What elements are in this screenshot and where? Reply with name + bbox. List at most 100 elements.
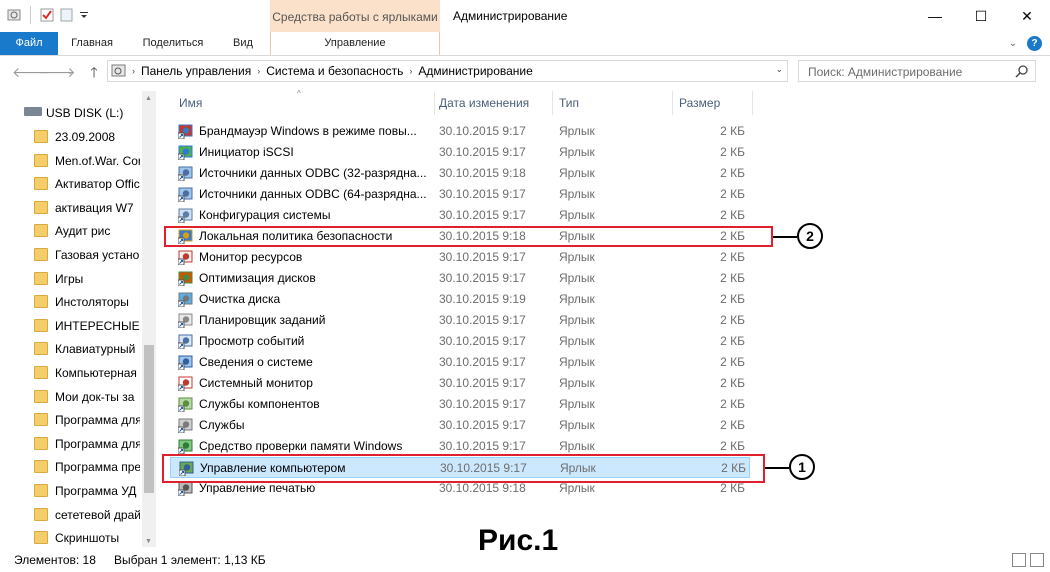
file-date: 30.10.2015 9:17 [439,124,526,138]
back-arrow-icon[interactable]: 🡐 [12,64,50,80]
file-name: Службы компонентов [199,397,320,411]
ribbon-collapse-icon[interactable]: ⌄ [1009,38,1017,49]
nav-item-folder[interactable]: Игры [0,267,140,291]
tab-manage[interactable]: Управление [270,32,440,55]
help-icon[interactable]: ? [1027,36,1042,51]
ribbon-controls: ⌄ ? [1009,36,1042,51]
nav-item-folder[interactable]: Мои док-ты за [0,385,140,409]
nav-item-folder[interactable]: ИНТЕРЕСНЫЕ Г [0,314,140,338]
breadcrumb-separator-icon[interactable]: › [255,66,262,76]
tab-view[interactable]: Вид [224,32,262,55]
recent-locations-icon[interactable]: ⌄ [62,64,78,80]
nav-scroll-thumb[interactable] [144,345,154,493]
file-name: Очистка диска [199,292,281,306]
new-folder-icon[interactable] [59,7,75,23]
file-name: Управление печатью [199,481,316,495]
address-bar[interactable]: › Панель управления › Система и безопасн… [107,60,788,82]
file-row[interactable]: Источники данных ODBC (32-разрядна... 30.… [170,163,750,184]
tab-home[interactable]: Главная [62,32,122,55]
file-name: Источники данных ODBC (32-разрядна... [199,166,427,180]
file-row[interactable]: Брандмауэр Windows в режиме повы... 30.10… [170,121,750,142]
nav-item-folder[interactable]: Men.of.War. Cor [0,149,140,173]
nav-item-folder[interactable]: Программа для [0,432,140,456]
nav-item-folder[interactable]: Программа для [0,408,140,432]
nav-item-folder[interactable]: Активатор Offic [0,172,140,196]
navigation-pane: USB DISK (L:) 23.09.2008 Men.of.War. Cor А… [0,91,158,547]
file-row[interactable]: Планировщик заданий 30.10.2015 9:17 Ярлык 2… [170,310,750,331]
nav-item-folder[interactable]: Компьютерная [0,361,140,385]
tab-share[interactable]: Поделиться [134,32,212,55]
column-date[interactable]: Дата изменения [433,91,553,115]
file-row[interactable]: Конфигурация системы 30.10.2015 9:17 Ярлык… [170,205,750,226]
properties-icon[interactable] [6,7,22,23]
breadcrumb-administration[interactable]: Администрирование [414,64,536,78]
file-row[interactable]: Просмотр событий 30.10.2015 9:17 Ярлык 2 КБ [170,331,750,352]
nav-item-folder[interactable]: Газовая установ [0,243,140,267]
file-row[interactable]: Сведения о системе 30.10.2015 9:17 Ярлык 2 … [170,352,750,373]
folder-icon [34,389,48,403]
defrag-icon [177,270,194,287]
file-row[interactable]: Системный монитор 30.10.2015 9:17 Ярлык 2 К… [170,373,750,394]
forward-arrow-icon[interactable]: 🡒 [38,64,76,80]
file-size: 2 КБ [720,355,745,369]
iscsi-icon [177,144,194,161]
breadcrumb-separator-icon[interactable]: › [130,66,137,76]
breadcrumb-separator-icon[interactable]: › [407,66,414,76]
nav-item-label: Игры [55,271,84,286]
file-size: 2 КБ [720,334,745,348]
file-date: 30.10.2015 9:17 [439,145,526,159]
odbc-icon [177,165,194,182]
checkmark-icon[interactable] [39,7,55,23]
file-name: Конфигурация системы [199,208,331,222]
maximize-button[interactable]: ☐ [958,0,1004,32]
item-count: Элементов: 18 [14,553,96,567]
nav-item-folder[interactable]: активация W7 [0,196,140,220]
search-icon[interactable] [1015,64,1029,81]
breadcrumb-system-security[interactable]: Система и безопасность [262,64,407,78]
file-type: Ярлык [559,334,595,348]
minimize-button[interactable]: — [912,0,958,32]
address-dropdown-icon[interactable]: ⌄ [775,64,783,75]
nav-item-label: ИНТЕРЕСНЫЕ Г [55,318,140,333]
file-date: 30.10.2015 9:18 [439,481,526,495]
nav-item-usb-drive[interactable]: USB DISK (L:) [0,101,140,125]
column-name[interactable]: Имя [173,91,435,115]
large-icons-view-icon[interactable] [1030,553,1044,567]
file-type: Ярлык [559,292,595,306]
file-row[interactable]: Инициатор iSCSI 30.10.2015 9:17 Ярлык 2 КБ [170,142,750,163]
file-row[interactable]: Службы компонентов 30.10.2015 9:17 Ярлык 2 … [170,394,750,415]
scroll-up-icon[interactable]: ▲ [145,95,152,102]
search-input[interactable]: Поиск: Администрирование [798,60,1036,82]
selection-info: Выбран 1 элемент: 1,13 КБ [114,553,266,567]
tab-file[interactable]: Файл [0,32,58,55]
scroll-down-icon[interactable]: ▼ [145,538,152,545]
msconfig-icon [177,207,194,224]
file-date: 30.10.2015 9:17 [439,250,526,264]
up-arrow-icon[interactable]: 🡑 [86,64,102,80]
file-type: Ярлык [559,355,595,369]
file-row[interactable]: Монитор ресурсов 30.10.2015 9:17 Ярлык 2 КБ [170,247,750,268]
breadcrumb-control-panel[interactable]: Панель управления [137,64,255,78]
resource-monitor-icon [177,249,194,266]
nav-item-folder[interactable]: Программа пре [0,455,140,479]
column-type[interactable]: Тип [553,91,673,115]
nav-item-folder[interactable]: Скриншоты [0,526,140,547]
details-view-icon[interactable] [1012,553,1026,567]
close-button[interactable]: ✕ [1004,0,1050,32]
nav-item-folder[interactable]: Клавиатурный [0,337,140,361]
nav-item-label: USB DISK (L:) [46,106,124,120]
file-name: Просмотр событий [199,334,305,348]
nav-item-folder[interactable]: 23.09.2008 [0,125,140,149]
nav-item-folder[interactable]: сететевой драй [0,503,140,527]
file-row[interactable]: Источники данных ODBC (64-разрядна... 30.… [170,184,750,205]
nav-item-folder[interactable]: Программа УД [0,479,140,503]
file-date: 30.10.2015 9:17 [439,208,526,222]
file-size: 2 КБ [720,166,745,180]
qat-dropdown-icon[interactable] [79,7,95,23]
column-size[interactable]: Размер [673,91,753,115]
file-row[interactable]: Оптимизация дисков 30.10.2015 9:17 Ярлык 2 … [170,268,750,289]
file-row[interactable]: Службы 30.10.2015 9:17 Ярлык 2 КБ [170,415,750,436]
nav-item-folder[interactable]: Инстоляторы [0,290,140,314]
nav-item-folder[interactable]: Аудит рис [0,219,140,243]
file-row[interactable]: Очистка диска 30.10.2015 9:19 Ярлык 2 КБ [170,289,750,310]
